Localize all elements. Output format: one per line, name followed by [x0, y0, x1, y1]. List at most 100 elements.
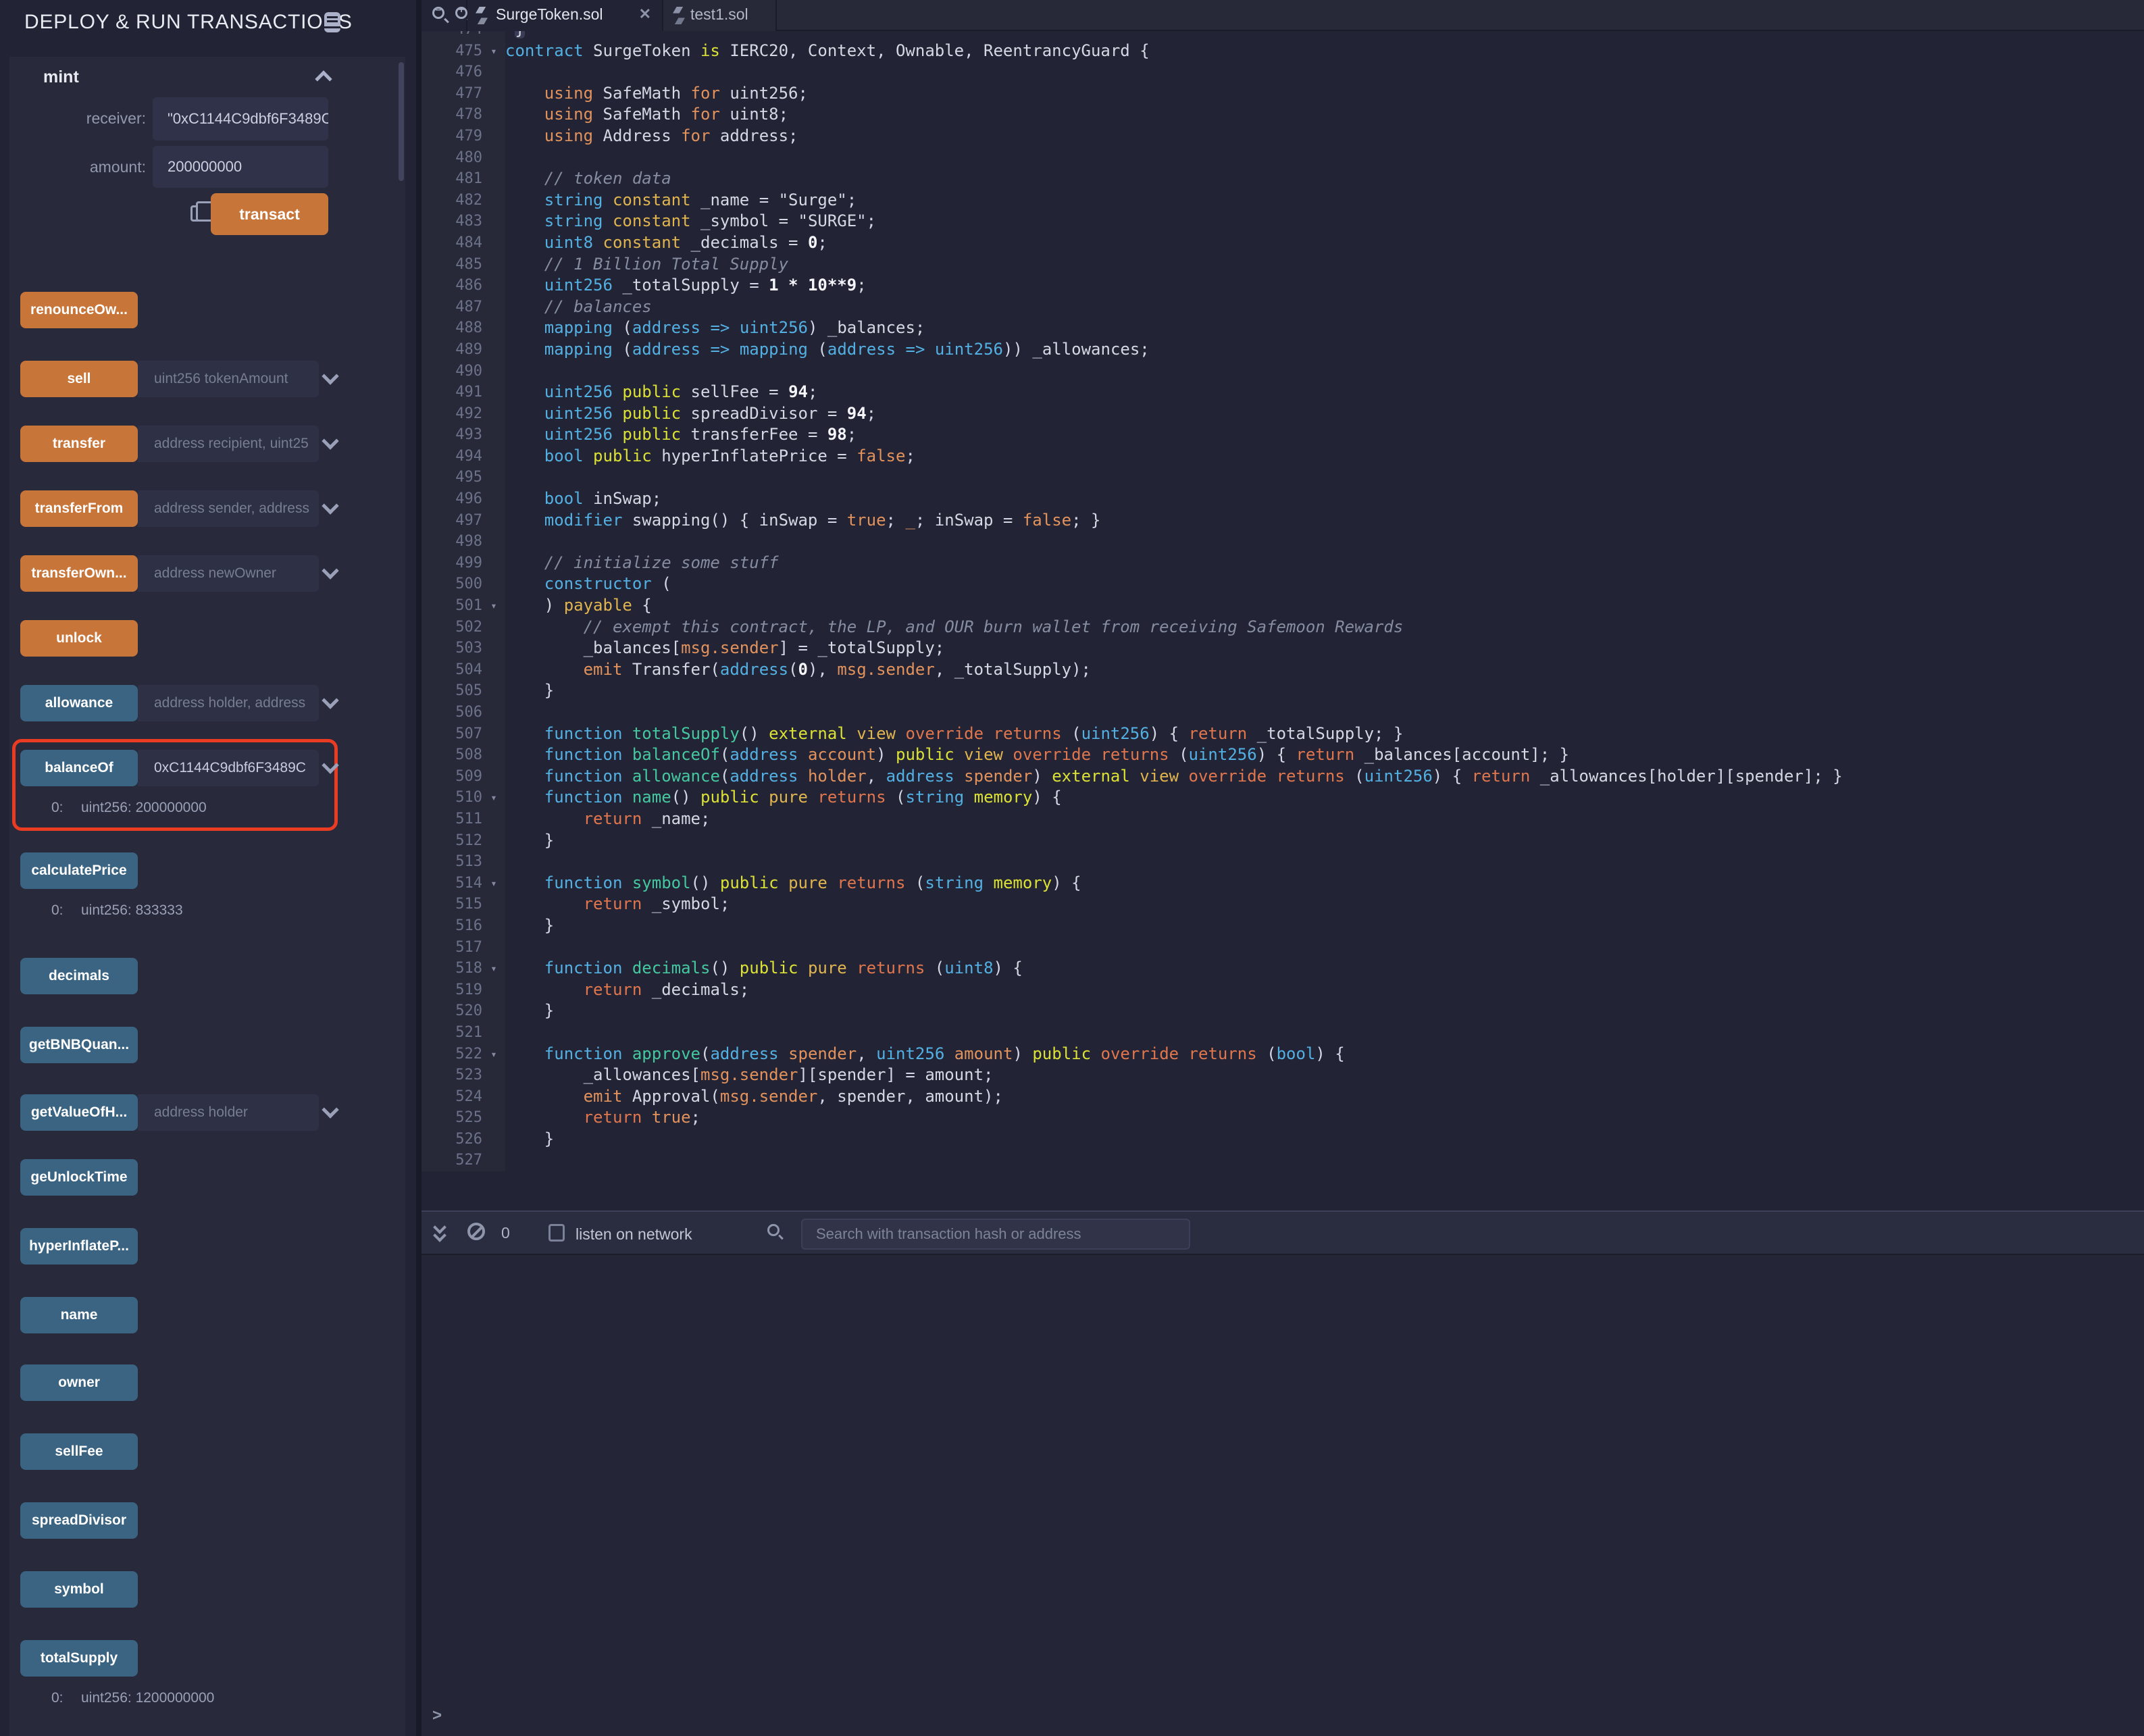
- function-sell-button[interactable]: sell: [20, 361, 138, 397]
- mint-function-header[interactable]: mint: [43, 68, 79, 87]
- line-number: 527: [422, 1150, 482, 1171]
- function-unlock-button[interactable]: unlock: [20, 620, 138, 657]
- search-icon: [767, 1224, 780, 1236]
- copy-icon[interactable]: [190, 205, 204, 222]
- function-transferown-button[interactable]: transferOwn...: [20, 555, 138, 592]
- function-transferfrom-input[interactable]: address sender, address: [138, 490, 319, 527]
- transact-button[interactable]: transact: [211, 193, 328, 235]
- code-line-513: 513: [422, 851, 2144, 873]
- code-line-510: 510▾ function name() public pure returns…: [422, 787, 2144, 809]
- function-calculateprice-button[interactable]: calculatePrice: [20, 852, 138, 889]
- chevron-down-icon[interactable]: [322, 497, 338, 514]
- listen-on-network-checkbox[interactable]: [548, 1224, 565, 1242]
- chevron-up-icon[interactable]: [315, 70, 332, 87]
- code-line-526: 526 }: [422, 1129, 2144, 1150]
- fold-arrow-icon[interactable]: ▾: [482, 595, 505, 617]
- fold-spacer: [482, 147, 505, 169]
- function-getvalueofh-input[interactable]: address holder: [138, 1094, 319, 1131]
- terminal-collapse-icon[interactable]: [435, 1223, 449, 1242]
- fold-spacer: [482, 190, 505, 211]
- code-text: contract SurgeToken is IERC20, Context, …: [505, 41, 1150, 62]
- tab-test1-sol[interactable]: test1.sol: [663, 0, 777, 31]
- function-geunlocktime-button[interactable]: geUnlockTime: [20, 1159, 138, 1196]
- chevron-down-icon[interactable]: [322, 1101, 338, 1118]
- sidebar-scrollbar[interactable]: [399, 62, 404, 181]
- line-number: 480: [422, 147, 482, 169]
- code-line-491: 491 uint256 public sellFee = 94;: [422, 382, 2144, 403]
- line-number: 522: [422, 1044, 482, 1065]
- line-number: 501: [422, 595, 482, 617]
- line-number: 511: [422, 809, 482, 830]
- code-line-509: 509 function allowance(address holder, a…: [422, 766, 2144, 788]
- line-number: 515: [422, 894, 482, 915]
- fold-arrow-icon[interactable]: ▾: [482, 1044, 505, 1065]
- terminal-search-input[interactable]: [801, 1219, 1190, 1250]
- function-sell-input[interactable]: uint256 tokenAmount: [138, 361, 319, 397]
- fold-spacer: [482, 638, 505, 659]
- function-transferfrom-button[interactable]: transferFrom: [20, 490, 138, 527]
- function-transfer-button[interactable]: transfer: [20, 426, 138, 462]
- chevron-down-icon[interactable]: [322, 562, 338, 579]
- fold-arrow-icon[interactable]: ▾: [482, 787, 505, 809]
- function-allowance-input[interactable]: address holder, address: [138, 685, 319, 721]
- code-text: ) payable {: [505, 595, 652, 617]
- code-text: string constant _name = "Surge";: [505, 190, 857, 211]
- fold-spacer: [482, 488, 505, 510]
- function-hyperinflatep-button[interactable]: hyperInflateP...: [20, 1228, 138, 1265]
- code-line-521: 521: [422, 1022, 2144, 1044]
- function-balanceof-button[interactable]: balanceOf: [20, 750, 138, 786]
- function-decimals-button[interactable]: decimals: [20, 958, 138, 994]
- function-allowance-button[interactable]: allowance: [20, 685, 138, 721]
- code-line-492: 492 uint256 public spreadDivisor = 94;: [422, 403, 2144, 425]
- code-line-474: 474 }: [422, 31, 2144, 41]
- function-name-button[interactable]: name: [20, 1297, 138, 1333]
- function-sellfee-button[interactable]: sellFee: [20, 1433, 138, 1470]
- fold-spacer: [482, 126, 505, 147]
- editor-tabbar: – + SurgeToken.sol ✕ test1.sol: [422, 0, 2144, 31]
- function-spreaddivisor-button[interactable]: spreadDivisor: [20, 1502, 138, 1539]
- fold-spacer: [482, 766, 505, 788]
- code-text: mapping (address => mapping (address => …: [505, 339, 1150, 361]
- fold-spacer: [482, 211, 505, 232]
- receiver-input[interactable]: "0xC1144C9dbf6F3489CI: [153, 97, 328, 141]
- code-editor[interactable]: 474 }475▾contract SurgeToken is IERC20, …: [422, 31, 2144, 1210]
- fold-spacer: [482, 61, 505, 83]
- function-transfer-input[interactable]: address recipient, uint25: [138, 426, 319, 462]
- function-transferown-input[interactable]: address newOwner: [138, 555, 319, 592]
- chevron-down-icon[interactable]: [322, 367, 338, 384]
- documentation-icon[interactable]: [324, 12, 340, 32]
- code-line-495: 495: [422, 467, 2144, 488]
- fold-spacer: [482, 339, 505, 361]
- line-number: 496: [422, 488, 482, 510]
- zoom-in-icon[interactable]: +: [455, 7, 467, 19]
- fold-arrow-icon[interactable]: ▾: [482, 958, 505, 979]
- line-number: 488: [422, 317, 482, 339]
- fold-arrow-icon[interactable]: ▾: [482, 873, 505, 894]
- function-symbol-button[interactable]: symbol: [20, 1571, 138, 1608]
- close-icon[interactable]: ✕: [639, 5, 651, 23]
- code-text: }: [505, 31, 525, 41]
- line-number: 526: [422, 1129, 482, 1150]
- function-getvalueofh-button[interactable]: getValueOfH...: [20, 1094, 138, 1131]
- line-number: 504: [422, 659, 482, 681]
- fold-spacer: [482, 1000, 505, 1022]
- function-owner-button[interactable]: owner: [20, 1364, 138, 1401]
- function-balanceof-input[interactable]: 0xC1144C9dbf6F3489C: [138, 750, 319, 786]
- clear-console-icon[interactable]: [467, 1223, 485, 1240]
- chevron-down-icon[interactable]: [322, 692, 338, 709]
- receiver-label: receiver:: [38, 109, 146, 128]
- code-line-493: 493 uint256 public transferFee = 98;: [422, 424, 2144, 446]
- amount-input[interactable]: 200000000: [153, 146, 328, 188]
- fold-spacer: [482, 382, 505, 403]
- chevron-down-icon[interactable]: [322, 432, 338, 449]
- remix-ide: DEPLOY & RUN TRANSACTIONS mint receiver:…: [0, 0, 2144, 1736]
- tab-surgetoken-sol[interactable]: SurgeToken.sol ✕: [467, 0, 663, 31]
- function-renounceow-button[interactable]: renounceOw...: [20, 292, 138, 328]
- terminal-output[interactable]: >: [422, 1255, 2144, 1736]
- line-number: 494: [422, 446, 482, 467]
- fold-spacer: [482, 83, 505, 105]
- fold-arrow-icon[interactable]: ▾: [482, 41, 505, 62]
- function-totalsupply-button[interactable]: totalSupply: [20, 1640, 138, 1677]
- zoom-out-icon[interactable]: –: [432, 7, 444, 19]
- function-getbnbquan-button[interactable]: getBNBQuan...: [20, 1027, 138, 1063]
